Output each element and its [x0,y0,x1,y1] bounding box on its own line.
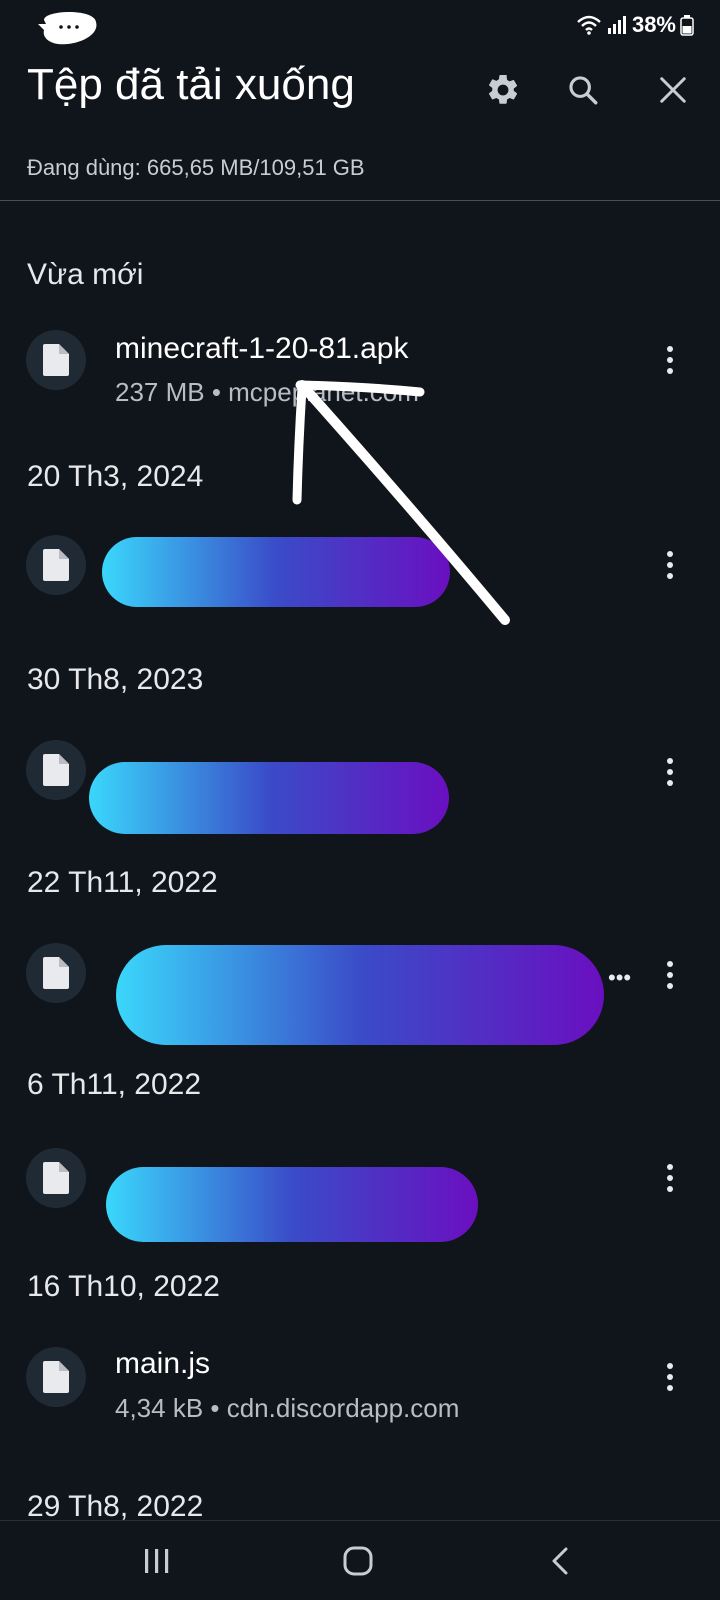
file-row-minecraft[interactable]: minecraft-1-20-81.apk 237 MB • mcpeplane… [0,318,720,418]
more-vert-icon [667,346,673,374]
file-row-redacted[interactable] [0,525,720,625]
battery-percentage: 38% [631,12,676,37]
section-header: 22 Th11, 2022 [27,866,218,899]
file-icon-circle [26,1148,86,1208]
section-header: Vừa mới [27,258,144,291]
ellipsis-icon: ••• [608,965,632,990]
file-icon-circle [26,1347,86,1407]
recent-apps-button[interactable] [135,1539,179,1583]
redaction-overlay [106,1167,478,1242]
navigation-bar [0,1520,720,1600]
more-options-button[interactable] [655,750,685,794]
back-button[interactable] [538,1539,582,1583]
redaction-overlay [89,762,449,834]
more-options-button[interactable] [655,1355,685,1399]
file-icon [43,957,69,989]
file-icon [43,344,69,376]
file-icon-circle [26,943,86,1003]
section-header: 16 Th10, 2022 [27,1270,220,1303]
home-button[interactable] [336,1539,380,1583]
more-vert-icon [667,551,673,579]
recent-apps-icon [145,1549,169,1573]
page-title: Tệp đã tải xuống [27,60,355,109]
section-header: 29 Th8, 2022 [27,1490,204,1523]
file-icon-circle [26,330,86,390]
file-meta: 4,34 kB • cdn.discordapp.com [115,1393,460,1423]
file-meta: 237 MB • mcpeplanet.com [115,377,419,407]
wifi-icon [577,15,601,35]
redaction-overlay [116,945,604,1045]
close-icon [660,77,686,103]
more-options-button[interactable] [655,1156,685,1200]
more-options-button[interactable] [655,953,685,997]
file-icon [43,754,69,786]
file-icon-circle [26,740,86,800]
status-indicators: 38% [576,12,694,38]
search-button[interactable] [563,70,603,110]
more-vert-icon [667,1164,673,1192]
chat-bubble-icon [38,12,97,45]
file-name: minecraft-1-20-81.apk [115,332,409,365]
more-vert-icon [667,1363,673,1391]
more-options-button[interactable] [655,338,685,382]
gear-icon [489,74,518,104]
section-header: 30 Th8, 2023 [27,663,204,696]
section-header: 6 Th11, 2022 [27,1068,202,1101]
home-icon [343,1546,373,1576]
battery-icon [680,15,694,36]
file-row-redacted[interactable] [0,730,720,834]
more-options-button[interactable] [655,543,685,587]
settings-button[interactable] [483,70,523,110]
file-row-main-js[interactable]: main.js 4,34 kB • cdn.discordapp.com [0,1333,720,1433]
more-vert-icon [667,758,673,786]
search-icon [569,76,598,105]
header-divider [0,200,720,201]
more-vert-icon [667,961,673,989]
redaction-overlay [102,537,450,607]
file-name: main.js [115,1347,211,1380]
file-row-redacted[interactable] [0,1138,720,1242]
back-icon [552,1547,568,1575]
file-icon [43,549,69,581]
signal-icon [607,16,626,34]
file-icon [43,1162,69,1194]
status-bar: 38% [0,0,720,52]
downloads-screen: 38% Tệp đã tải xuống Đang dùng: 665,65 M… [0,0,720,1600]
file-icon-circle [26,535,86,595]
file-row-redacted[interactable]: ••• [0,933,720,1045]
section-header: 20 Th3, 2024 [27,460,204,493]
close-button[interactable] [653,70,693,110]
storage-usage: Đang dùng: 665,65 MB/109,51 GB [27,155,365,180]
file-icon [43,1361,69,1393]
